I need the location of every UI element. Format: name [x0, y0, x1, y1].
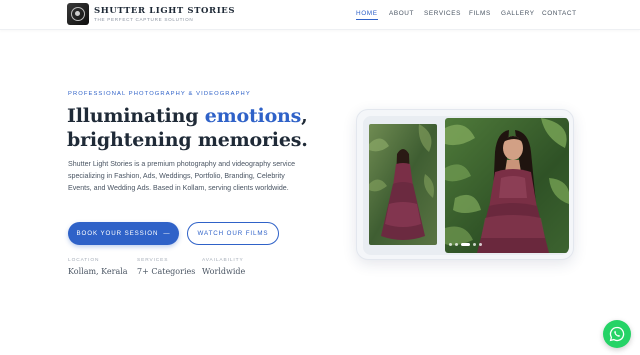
headline-part1: Illuminating	[67, 105, 205, 127]
watch-films-label: WATCH OUR FILMS	[197, 230, 269, 237]
carousel-dot[interactable]	[473, 243, 476, 246]
stat-value: Worldwide	[202, 267, 246, 276]
gallery-frame	[363, 116, 569, 255]
hero-description: Shutter Light Stories is a premium photo…	[68, 160, 296, 193]
hero-headline: Illuminating emotions, brightening memor…	[67, 104, 347, 152]
arrow-icon: —	[163, 230, 171, 237]
hero-gallery-card	[356, 109, 574, 260]
carousel-dot[interactable]	[449, 243, 452, 246]
stat-label: LOCATION	[68, 258, 100, 263]
gallery-photo-main[interactable]	[445, 118, 569, 253]
nav-films[interactable]: FILMS	[469, 10, 491, 22]
whatsapp-icon	[609, 326, 625, 342]
nav-about[interactable]: ABOUT	[389, 10, 414, 22]
headline-line2: brightening memories.	[67, 129, 308, 151]
nav-home[interactable]: HOME	[356, 10, 378, 22]
headline-accent: emotions	[204, 105, 302, 127]
nav-gallery[interactable]: GALLERY	[501, 10, 535, 22]
stat-value: Kollam, Kerala	[68, 267, 128, 276]
nav-contact[interactable]: CONTACT	[542, 10, 577, 22]
carousel-dot[interactable]	[479, 243, 482, 246]
site-header: SHUTTER LIGHT STORIES THE PERFECT CAPTUR…	[0, 0, 640, 30]
stat-label: SERVICES	[137, 258, 169, 263]
carousel-dot-active[interactable]	[461, 243, 470, 246]
book-session-label: BOOK YOUR SESSION	[76, 230, 159, 237]
stat-availability: AVAILABILITY Worldwide	[202, 258, 245, 276]
hero-eyebrow: PROFESSIONAL PHOTOGRAPHY & VIDEOGRAPHY	[68, 91, 251, 97]
camera-aperture-icon[interactable]	[67, 3, 89, 25]
stat-label: AVAILABILITY	[202, 258, 244, 263]
stat-value: 7+ Categories	[137, 267, 196, 276]
stat-services: SERVICES 7+ Categories	[137, 258, 195, 276]
book-session-button[interactable]: BOOK YOUR SESSION —	[68, 222, 179, 245]
gallery-photo-thumbnail[interactable]	[369, 124, 437, 245]
watch-films-button[interactable]: WATCH OUR FILMS	[187, 222, 279, 245]
stat-location: LOCATION Kollam, Kerala	[68, 258, 128, 276]
nav-services[interactable]: SERVICES	[424, 10, 461, 22]
carousel-indicators	[449, 243, 482, 246]
whatsapp-button[interactable]	[603, 320, 631, 348]
brand-title[interactable]: SHUTTER LIGHT STORIES	[94, 6, 235, 16]
carousel-dot[interactable]	[455, 243, 458, 246]
headline-part2: ,	[301, 105, 308, 127]
brand-tagline: THE PERFECT CAPTURE SOLUTION	[94, 17, 194, 22]
